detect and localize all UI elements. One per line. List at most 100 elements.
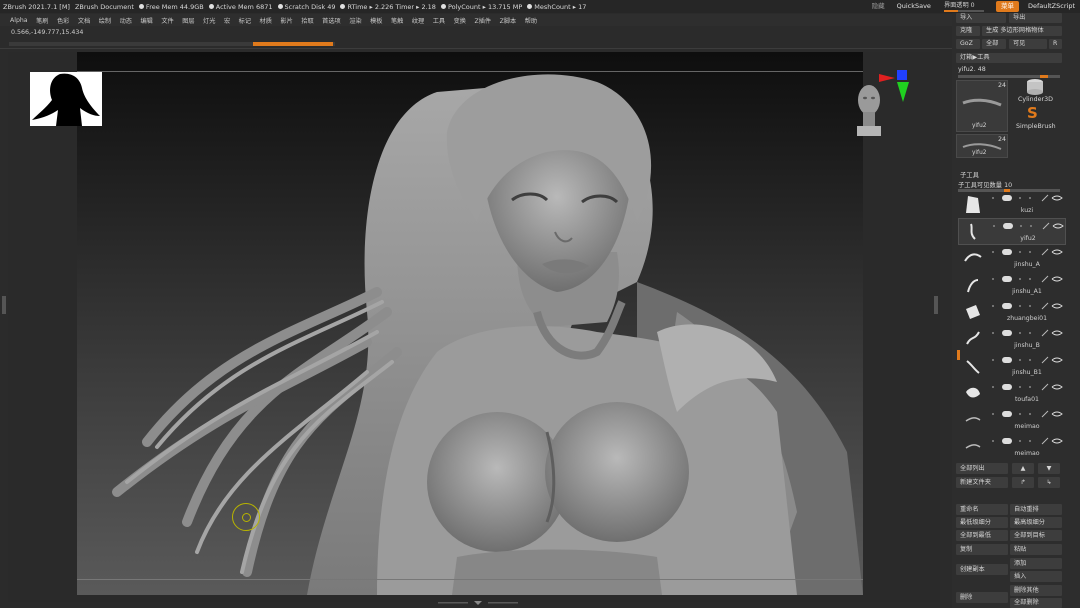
subtool-name: toufa01: [1015, 396, 1039, 403]
subtool-controls-icon[interactable]: [990, 275, 1066, 283]
clone-button[interactable]: 克隆: [956, 26, 980, 36]
make-polymesh-button[interactable]: 生成 多边形网格物体: [982, 26, 1062, 36]
subtool-scroll-indicator[interactable]: [957, 350, 960, 360]
transparency-slider[interactable]: 界面透明 0: [943, 2, 984, 12]
subtool-row-jinshu-a[interactable]: jinshu_A: [958, 245, 1066, 272]
menu-item-edit[interactable]: 编辑: [140, 16, 152, 25]
menu-item-marker[interactable]: 标记: [239, 16, 251, 25]
subtool-row-jinshu-b[interactable]: jinshu_B: [958, 326, 1066, 353]
delete-other-button[interactable]: 删除其他: [1010, 585, 1062, 596]
menu-item-brush[interactable]: 笔刷: [36, 16, 48, 25]
subtool-controls-icon[interactable]: [990, 356, 1066, 364]
menu-item-texture[interactable]: 纹理: [412, 16, 424, 25]
menu-item-document[interactable]: 文档: [78, 16, 90, 25]
subtool-controls-icon[interactable]: [990, 437, 1066, 445]
move-down-button[interactable]: ▼: [1038, 463, 1060, 474]
subtool-header[interactable]: 子工具: [960, 170, 979, 179]
menu-item-movie[interactable]: 影片: [280, 16, 292, 25]
all-to-lowest-button[interactable]: 全部到最低: [956, 530, 1008, 541]
menu-item-stroke[interactable]: 笔触: [391, 16, 403, 25]
menu-item-preferences[interactable]: 首选项: [322, 16, 341, 25]
lowest-subdiv-button[interactable]: 最低级细分: [956, 517, 1008, 528]
menu-item-picker[interactable]: 拾取: [301, 16, 313, 25]
menu-item-zplugin[interactable]: Z插件: [474, 16, 491, 25]
hide-button[interactable]: 隐藏: [867, 1, 890, 12]
auto-reorder-button[interactable]: 自动重排: [1010, 504, 1062, 515]
navigation-thumbnail[interactable]: [30, 72, 102, 126]
document-canvas[interactable]: [77, 52, 863, 595]
canvas-guide-bottom: [77, 579, 863, 580]
copy-button[interactable]: 复制: [956, 544, 1008, 555]
subtool-row-toufa01[interactable]: toufa01: [958, 380, 1066, 407]
highest-subdiv-button[interactable]: 最高级细分: [1010, 517, 1062, 528]
orientation-head-icon[interactable]: [851, 82, 887, 140]
delete-all-button[interactable]: 全部删除: [1010, 598, 1062, 608]
subtool-row-meimao-2[interactable]: meimao: [958, 434, 1066, 461]
menu-item-help[interactable]: 帮助: [525, 16, 537, 25]
menu-item-material[interactable]: 材质: [260, 16, 272, 25]
cylinder-icon[interactable]: [1024, 78, 1046, 96]
status-dot-icon: [138, 4, 144, 9]
subtool-controls-icon[interactable]: [990, 410, 1066, 418]
new-folder-button[interactable]: 新建文件夹: [956, 477, 1008, 488]
title-bar: ZBrush 2021.7.1 [M] ZBrush Document Free…: [0, 0, 1080, 13]
subtool-jinshu-b-icon: [966, 331, 980, 345]
subtool-controls-icon[interactable]: [990, 302, 1066, 310]
left-tray-handle[interactable]: [2, 296, 6, 314]
subtool-row-meimao[interactable]: meimao: [958, 407, 1066, 434]
quicksave-button[interactable]: QuickSave: [892, 1, 936, 12]
menu-item-tool[interactable]: 工具: [433, 16, 445, 25]
subtool-controls-icon[interactable]: [990, 248, 1066, 256]
all-button[interactable]: 全部: [982, 39, 1006, 49]
status-dot-icon: [277, 4, 283, 9]
move-up-button[interactable]: ▲: [1012, 463, 1034, 474]
import-button[interactable]: 导入: [956, 13, 1006, 23]
subtool-row-kuzi[interactable]: kuzi: [958, 191, 1066, 218]
menu-button[interactable]: 菜单: [995, 1, 1019, 12]
menu-item-layer[interactable]: 图层: [182, 16, 194, 25]
subtool-name: meimao: [1014, 423, 1040, 430]
paste-button[interactable]: 粘贴: [1010, 544, 1062, 555]
subtool-name: zhuangbei01: [1006, 315, 1048, 322]
subtool-controls-icon[interactable]: [990, 383, 1066, 391]
all-to-target-button[interactable]: 全部到目标: [1010, 530, 1062, 541]
subtool-controls-icon[interactable]: [990, 194, 1066, 202]
menu-item-zscript[interactable]: Z脚本: [500, 16, 517, 25]
insert-button[interactable]: 插入: [1010, 571, 1062, 582]
subtool-row-jinshu-a1[interactable]: jinshu_A1: [958, 272, 1066, 299]
menu-item-dynamics[interactable]: 动态: [120, 16, 132, 25]
menu-item-stencil[interactable]: 模板: [370, 16, 382, 25]
arrow-down-right-button[interactable]: ↳: [1038, 477, 1060, 488]
add-button[interactable]: 添加: [1010, 558, 1062, 569]
menu-item-alpha[interactable]: Alpha: [10, 17, 28, 24]
menu-item-transform[interactable]: 变换: [454, 16, 466, 25]
r-button[interactable]: R: [1049, 39, 1062, 49]
arrow-right-button[interactable]: ↱: [1012, 477, 1034, 488]
subtool-row-jinshu-b1[interactable]: jinshu_B1: [958, 353, 1066, 380]
status-dot-icon: [208, 4, 214, 9]
rename-button[interactable]: 重命名: [956, 504, 1008, 515]
bottom-tray-handle[interactable]: [434, 600, 522, 606]
subtool-controls-icon[interactable]: [990, 329, 1066, 337]
simplebrush-icon[interactable]: S: [1027, 104, 1038, 122]
menu-item-light[interactable]: 灯光: [203, 16, 215, 25]
list-all-button[interactable]: 全部列出: [956, 463, 1008, 474]
menu-item-render[interactable]: 渲染: [349, 16, 361, 25]
create-instance-button[interactable]: 创建副本: [956, 564, 1008, 575]
status-dot-icon: [527, 4, 533, 9]
export-button[interactable]: 导出: [1009, 13, 1062, 23]
default-zscript-button[interactable]: DefaultZScript: [1023, 1, 1080, 12]
menu-item-color[interactable]: 色彩: [57, 16, 69, 25]
menu-item-file[interactable]: 文件: [161, 16, 173, 25]
right-tray-handle[interactable]: [934, 296, 938, 314]
menu-item-draw[interactable]: 绘制: [99, 16, 111, 25]
lightbox-tool-button[interactable]: 灯箱▶工具: [956, 53, 1062, 63]
subtool-row-yifu2[interactable]: yifu2: [958, 218, 1066, 245]
visible-button[interactable]: 可见: [1009, 39, 1047, 49]
delete-button[interactable]: 删除: [956, 592, 1008, 603]
canvas-guide-top: [77, 71, 863, 72]
subtool-row-zhuangbei01[interactable]: zhuangbei01: [958, 299, 1066, 326]
subtool-controls-icon[interactable]: [991, 222, 1067, 230]
menu-item-macro[interactable]: 宏: [224, 16, 230, 25]
goz-button[interactable]: GoZ: [956, 39, 980, 49]
